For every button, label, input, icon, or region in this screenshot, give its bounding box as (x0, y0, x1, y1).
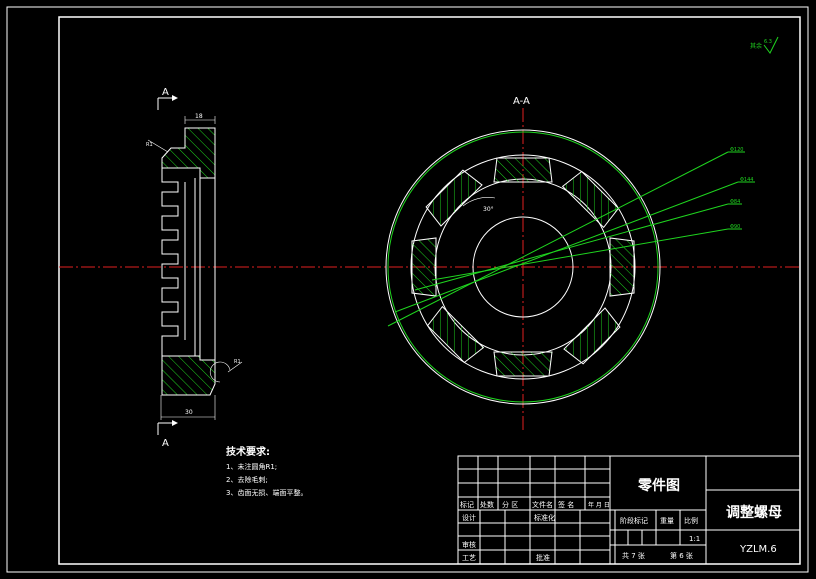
standardization-label: 标准化 (534, 513, 555, 522)
row-label-design: 设计 (462, 513, 476, 522)
row-label-review: 审核 (462, 540, 476, 549)
leader-label-1: Φ120 (730, 147, 743, 153)
section-marker-bottom: A (162, 438, 169, 449)
part-name: 调整螺母 (726, 504, 782, 521)
header-label-5: 签 名 (558, 500, 574, 509)
front-view: A-A 30° Φ120 Φ144 Φ84 Φ90 (385, 96, 755, 405)
tech-req-item-2: 2、去除毛刺; (226, 475, 268, 484)
drawing-type: 零件图 (637, 477, 680, 494)
tech-req-item-3: 3、齿面无损、端面平整。 (226, 488, 307, 497)
tech-req-title: 技术要求: (226, 445, 270, 458)
hatch-bottom (161, 355, 216, 396)
ratio-label: 比例 (684, 516, 698, 525)
leader-label-3: Φ84 (730, 199, 740, 205)
section-view: A A 18 30 R1 R1 (146, 87, 243, 449)
approval-label: 批准 (536, 553, 550, 562)
sheet-number: 第 6 张 (670, 551, 693, 560)
leader-label-2: Φ144 (740, 177, 753, 183)
section-marker-top: A (162, 87, 169, 98)
outer-border (6, 6, 809, 573)
dim-width-top: 18 (195, 113, 203, 120)
hatch-top (161, 127, 216, 179)
weight-label: 重量 (660, 517, 674, 525)
scale-value: 1:1 (689, 535, 700, 543)
sheet-total: 共 7 张 (622, 551, 645, 560)
leader-label-4: Φ90 (730, 224, 740, 230)
tech-req-item-1: 1、未注圆角R1; (226, 462, 277, 471)
header-label-6: 年 月 日 (588, 501, 610, 509)
chamfer-label-bottom: R1 (234, 359, 241, 365)
dim-width-bottom: 30 (185, 409, 193, 416)
roughness-symbol: 其余 6.3 (750, 36, 779, 54)
header-label-2: 处数 (480, 500, 494, 509)
header-label-3: 分 区 (502, 500, 518, 509)
front-view-title: A-A (513, 96, 530, 107)
roughness-label: 其余 (750, 42, 762, 50)
drawing-number: YZLM.6 (739, 544, 777, 555)
roughness-value: 6.3 (764, 39, 772, 45)
chamfer-label-top: R1 (146, 142, 153, 148)
section-outline (161, 168, 216, 360)
header-label-4: 文件名 (532, 500, 553, 509)
stage-mark-label: 阶段标记 (620, 516, 648, 525)
angle-label: 30° (483, 206, 494, 213)
diameter-leaders (387, 151, 755, 327)
header-label-1: 标记 (460, 500, 474, 509)
cad-drawing: A A 18 30 R1 R1 A-A 30° Φ120 Φ144 Φ84 Φ9… (6, 6, 809, 573)
tech-requirements: 技术要求: 1、未注圆角R1; 2、去除毛刺; 3、齿面无损、端面平整。 (226, 445, 307, 497)
row-label-process: 工艺 (462, 554, 476, 562)
